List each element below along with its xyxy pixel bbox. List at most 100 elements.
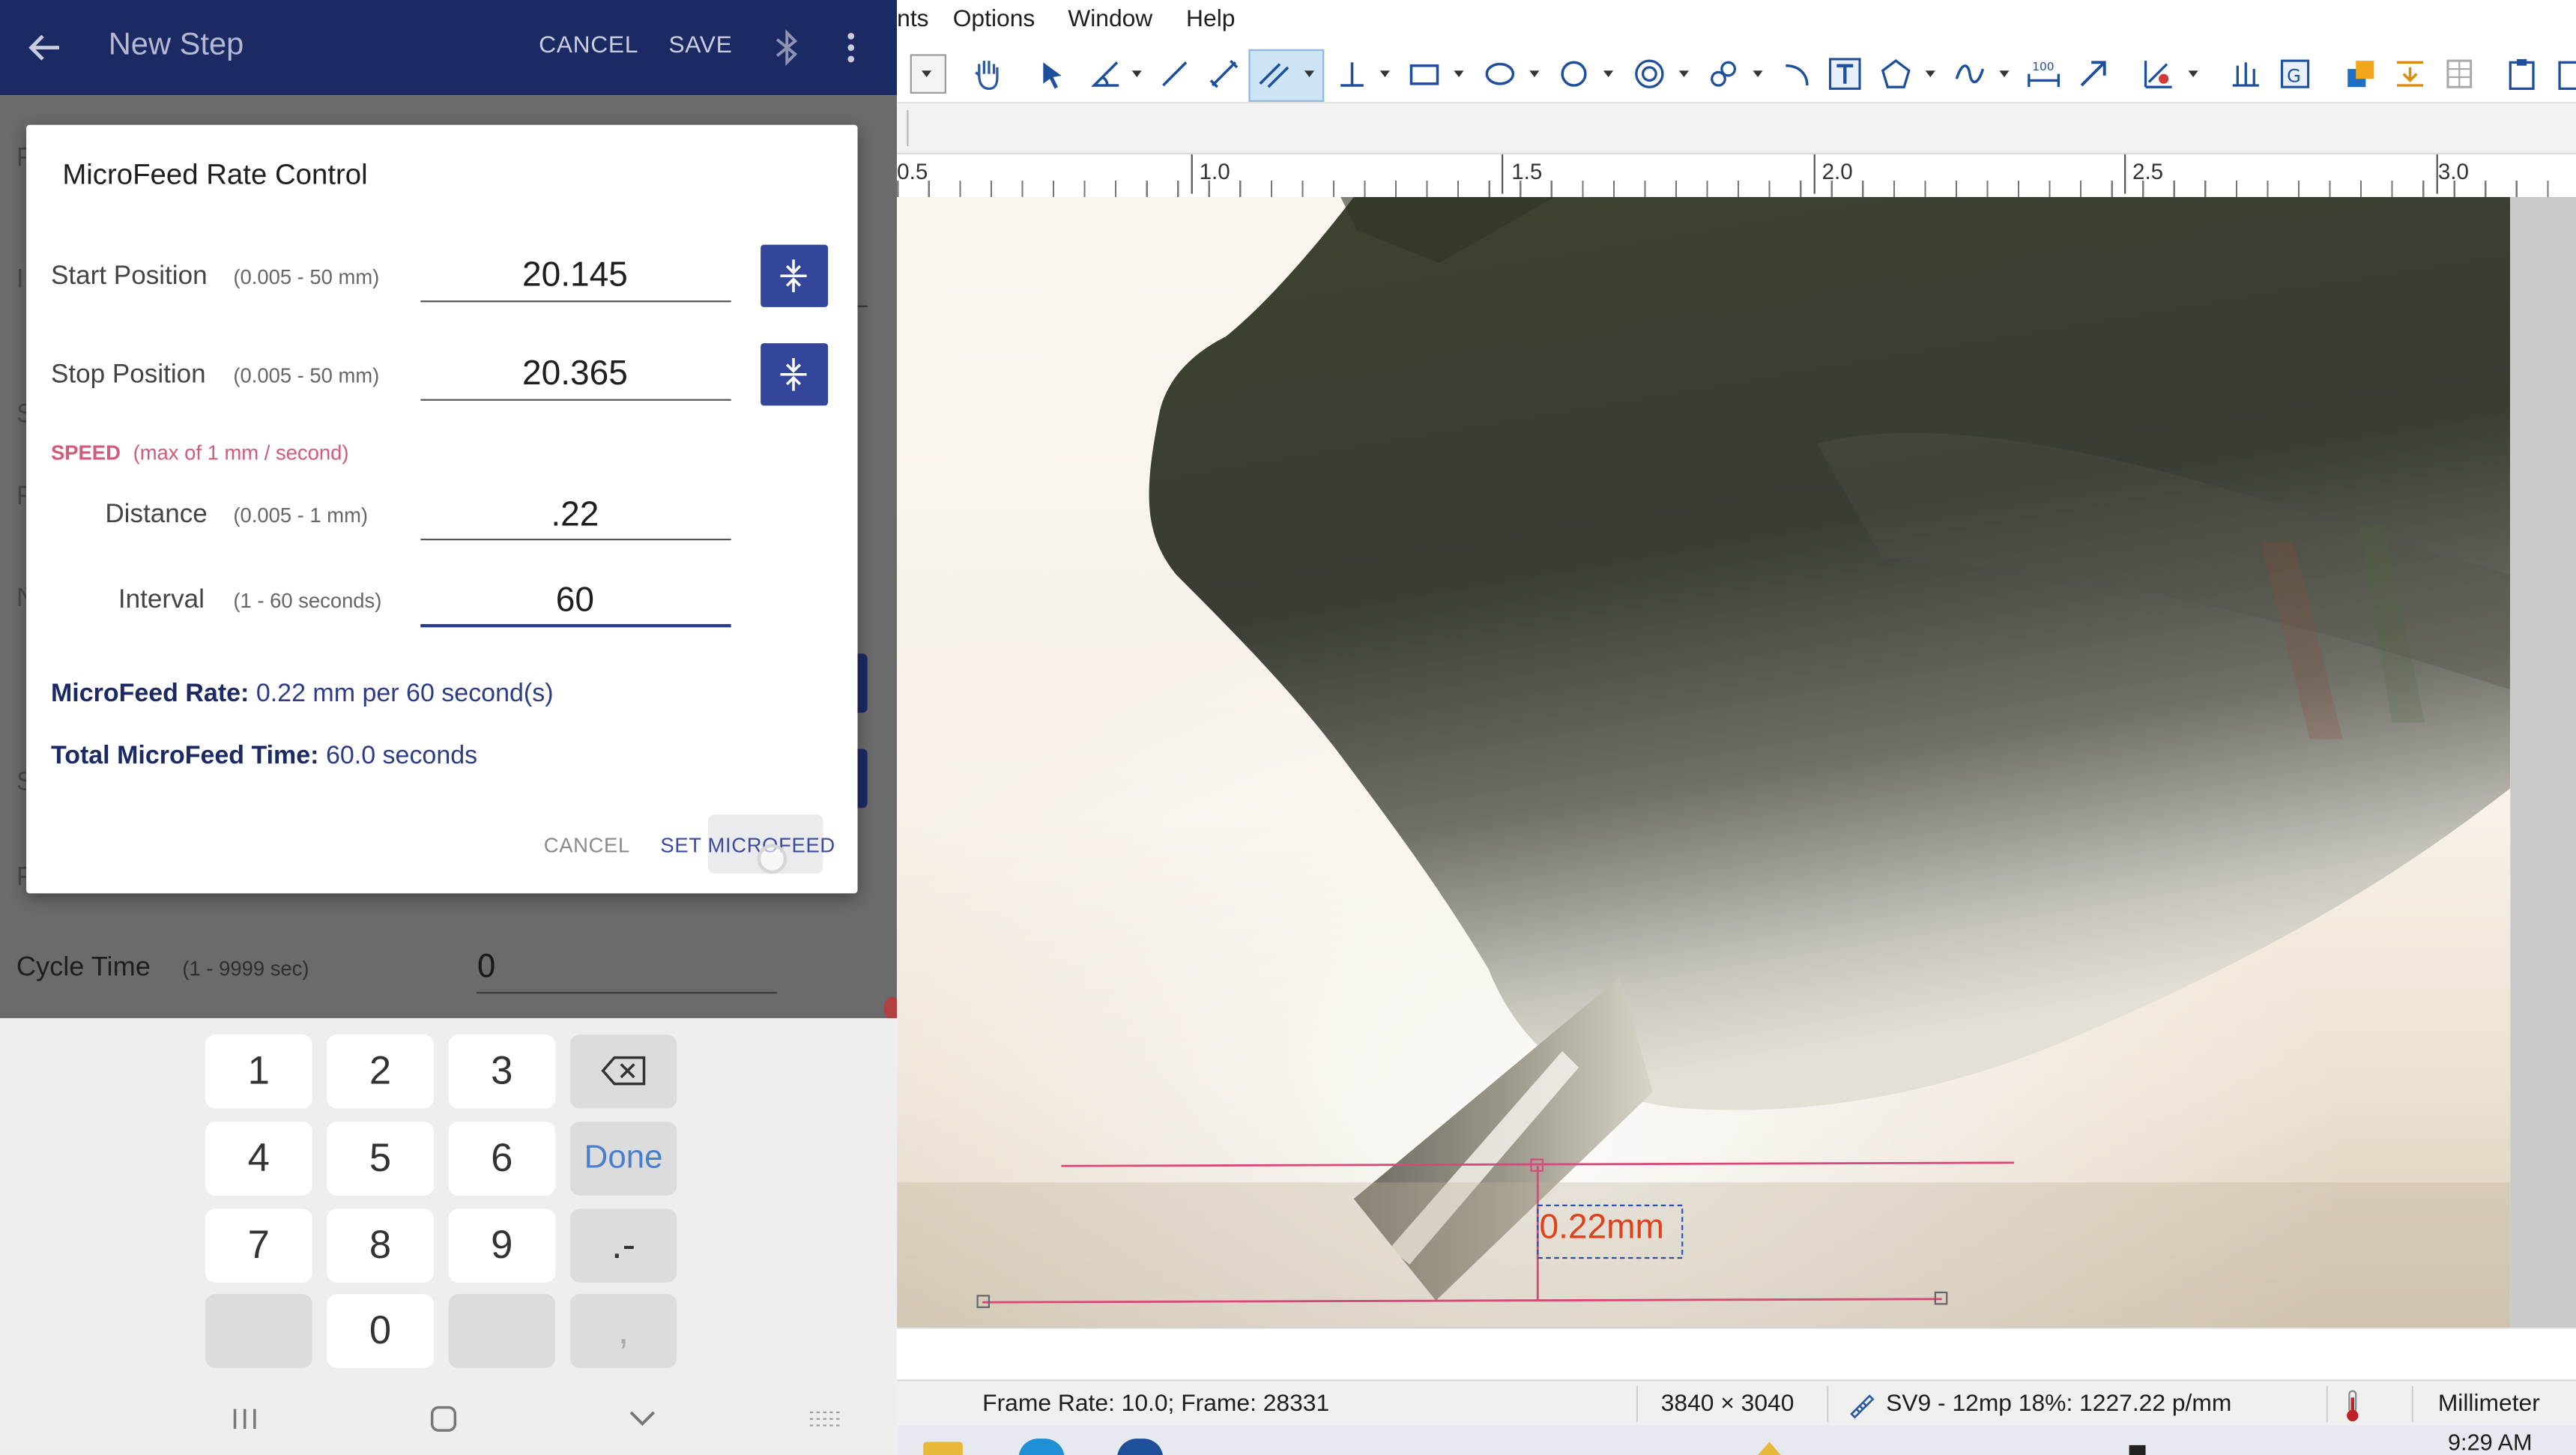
back-arrow-icon[interactable] xyxy=(26,29,62,65)
g-box-icon[interactable]: G xyxy=(2277,56,2313,92)
chevron-down-icon[interactable] xyxy=(2188,70,2198,78)
toolbar-overflow-icon[interactable] xyxy=(2553,56,2576,92)
chevron-down-icon[interactable] xyxy=(1999,70,2010,78)
app-bar-cancel-button[interactable]: CANCEL xyxy=(539,33,638,59)
clipboard-icon[interactable] xyxy=(2504,56,2540,92)
distance-input[interactable]: .22 xyxy=(419,496,731,536)
cycle-time-underline xyxy=(476,991,778,994)
concentric-circles-icon[interactable] xyxy=(1631,56,1667,92)
align-icon[interactable] xyxy=(2392,56,2428,92)
key-blank-left[interactable] xyxy=(205,1294,312,1368)
set-microfeed-button[interactable]: SET MICROFEED xyxy=(660,834,835,857)
cycle-time-input[interactable]: 0 xyxy=(477,949,497,985)
menu-measurements[interactable]: nts xyxy=(897,7,928,33)
key-5[interactable]: 5 xyxy=(327,1122,434,1196)
unit-status[interactable]: Millimeter xyxy=(2438,1391,2540,1418)
line-tool-icon[interactable] xyxy=(1157,56,1193,92)
ruler-label: 3.0 xyxy=(2437,159,2469,184)
backspace-icon xyxy=(600,1056,645,1086)
key-done[interactable]: Done xyxy=(569,1122,677,1196)
distance-underline xyxy=(420,538,731,541)
chevron-down-icon[interactable] xyxy=(1678,70,1689,78)
key-backspace[interactable] xyxy=(569,1034,677,1109)
pan-hand-icon[interactable] xyxy=(970,56,1006,92)
file-explorer-icon[interactable] xyxy=(923,1442,963,1455)
hide-keyboard-icon[interactable] xyxy=(628,1409,657,1429)
key-3[interactable]: 3 xyxy=(448,1034,556,1109)
dimension-line-icon[interactable] xyxy=(1206,56,1242,92)
key-9[interactable]: 9 xyxy=(448,1209,556,1283)
recent-apps-icon[interactable] xyxy=(230,1406,259,1432)
measurement-label[interactable]: 0.22mm xyxy=(1539,1209,1663,1248)
chevron-down-icon[interactable] xyxy=(1131,70,1142,78)
tray-icon[interactable] xyxy=(2129,1445,2146,1455)
drawing-toolbar: 100 G xyxy=(897,46,2576,104)
key-8[interactable]: 8 xyxy=(327,1209,434,1283)
curve-icon[interactable] xyxy=(1952,56,1988,92)
status-separator xyxy=(1827,1385,1829,1423)
keyboard-icon[interactable] xyxy=(807,1409,843,1429)
edge-browser-icon[interactable] xyxy=(1018,1439,1065,1455)
interval-underline xyxy=(420,623,731,628)
chevron-down-icon[interactable] xyxy=(1304,70,1315,78)
table-icon[interactable] xyxy=(2441,56,2477,92)
camera-image-view[interactable]: 0.22mm xyxy=(897,197,2511,1328)
menu-options[interactable]: Options xyxy=(953,7,1035,33)
key-1[interactable]: 1 xyxy=(205,1034,312,1109)
key-4[interactable]: 4 xyxy=(205,1122,312,1196)
notification-icon[interactable] xyxy=(1758,1442,1781,1455)
parallel-lines-icon[interactable] xyxy=(1255,56,1291,92)
chevron-down-icon[interactable] xyxy=(1925,70,1935,78)
speed-section-label: SPEED xyxy=(50,441,121,465)
stop-position-capture-button[interactable] xyxy=(761,343,829,406)
select-arrow-icon[interactable] xyxy=(1035,56,1071,92)
start-position-capture-button[interactable] xyxy=(761,244,829,307)
reference-line-icon[interactable] xyxy=(2228,56,2264,92)
menu-help[interactable]: Help xyxy=(1186,7,1235,33)
calibrate-icon[interactable] xyxy=(2141,56,2177,92)
scale-bar-icon[interactable]: 100 xyxy=(2025,56,2061,92)
measurement-app: nts Options Window Help 100 G 0.5 1.0 1.… xyxy=(897,0,2576,1455)
key-6[interactable]: 6 xyxy=(448,1122,556,1196)
chevron-down-icon[interactable] xyxy=(1379,70,1390,78)
position-capture-icon xyxy=(780,259,807,293)
polygon-icon[interactable] xyxy=(1878,56,1914,92)
key-7[interactable]: 7 xyxy=(205,1209,312,1283)
vertical-scrollbar[interactable] xyxy=(2510,197,2576,1328)
circle-icon[interactable] xyxy=(1555,56,1591,92)
key-2[interactable]: 2 xyxy=(327,1034,434,1109)
app-bar-save-button[interactable]: SAVE xyxy=(668,33,732,59)
microfeed-total-value: 60.0 seconds xyxy=(325,742,478,771)
dialog-cancel-button[interactable]: CANCEL xyxy=(544,834,630,857)
rectangle-icon[interactable] xyxy=(1406,56,1442,92)
layers-icon[interactable] xyxy=(2343,56,2379,92)
home-icon[interactable] xyxy=(429,1406,458,1432)
ellipse-icon[interactable] xyxy=(1482,56,1518,92)
stop-position-input[interactable]: 20.365 xyxy=(419,354,731,394)
key-comma[interactable]: , xyxy=(569,1294,677,1368)
perpendicular-icon[interactable] xyxy=(1334,56,1370,92)
interval-input[interactable]: 60 xyxy=(419,581,731,621)
stop-position-label: Stop Position xyxy=(50,361,206,390)
more-vert-icon[interactable] xyxy=(841,29,861,65)
key-0[interactable]: 0 xyxy=(327,1294,434,1368)
arrow-tool-icon[interactable] xyxy=(2075,56,2111,92)
key-decimal-minus[interactable]: .- xyxy=(569,1209,677,1283)
angle-tool-icon[interactable] xyxy=(1088,56,1124,92)
chevron-down-icon[interactable] xyxy=(1529,70,1540,78)
app-taskbar-icon[interactable] xyxy=(1116,1439,1164,1455)
key-blank-right[interactable] xyxy=(448,1294,556,1368)
text-tool-icon[interactable] xyxy=(1827,56,1863,92)
chevron-down-icon[interactable] xyxy=(1454,70,1464,78)
chevron-down-icon[interactable] xyxy=(1603,70,1614,78)
link-circles-icon[interactable] xyxy=(1705,56,1741,92)
arc-icon[interactable] xyxy=(1780,56,1815,92)
start-position-input[interactable]: 20.145 xyxy=(419,256,731,296)
chevron-down-icon[interactable] xyxy=(1753,70,1763,78)
microscope-image xyxy=(897,197,2511,1328)
microfeed-rate-summary: MicroFeed Rate: 0.22 mm per 60 second(s) xyxy=(51,680,554,709)
bluetooth-icon[interactable] xyxy=(773,29,802,66)
dropdown-box[interactable] xyxy=(910,54,946,94)
ruler-label: 1.0 xyxy=(1199,159,1230,184)
menu-window[interactable]: Window xyxy=(1068,7,1152,33)
